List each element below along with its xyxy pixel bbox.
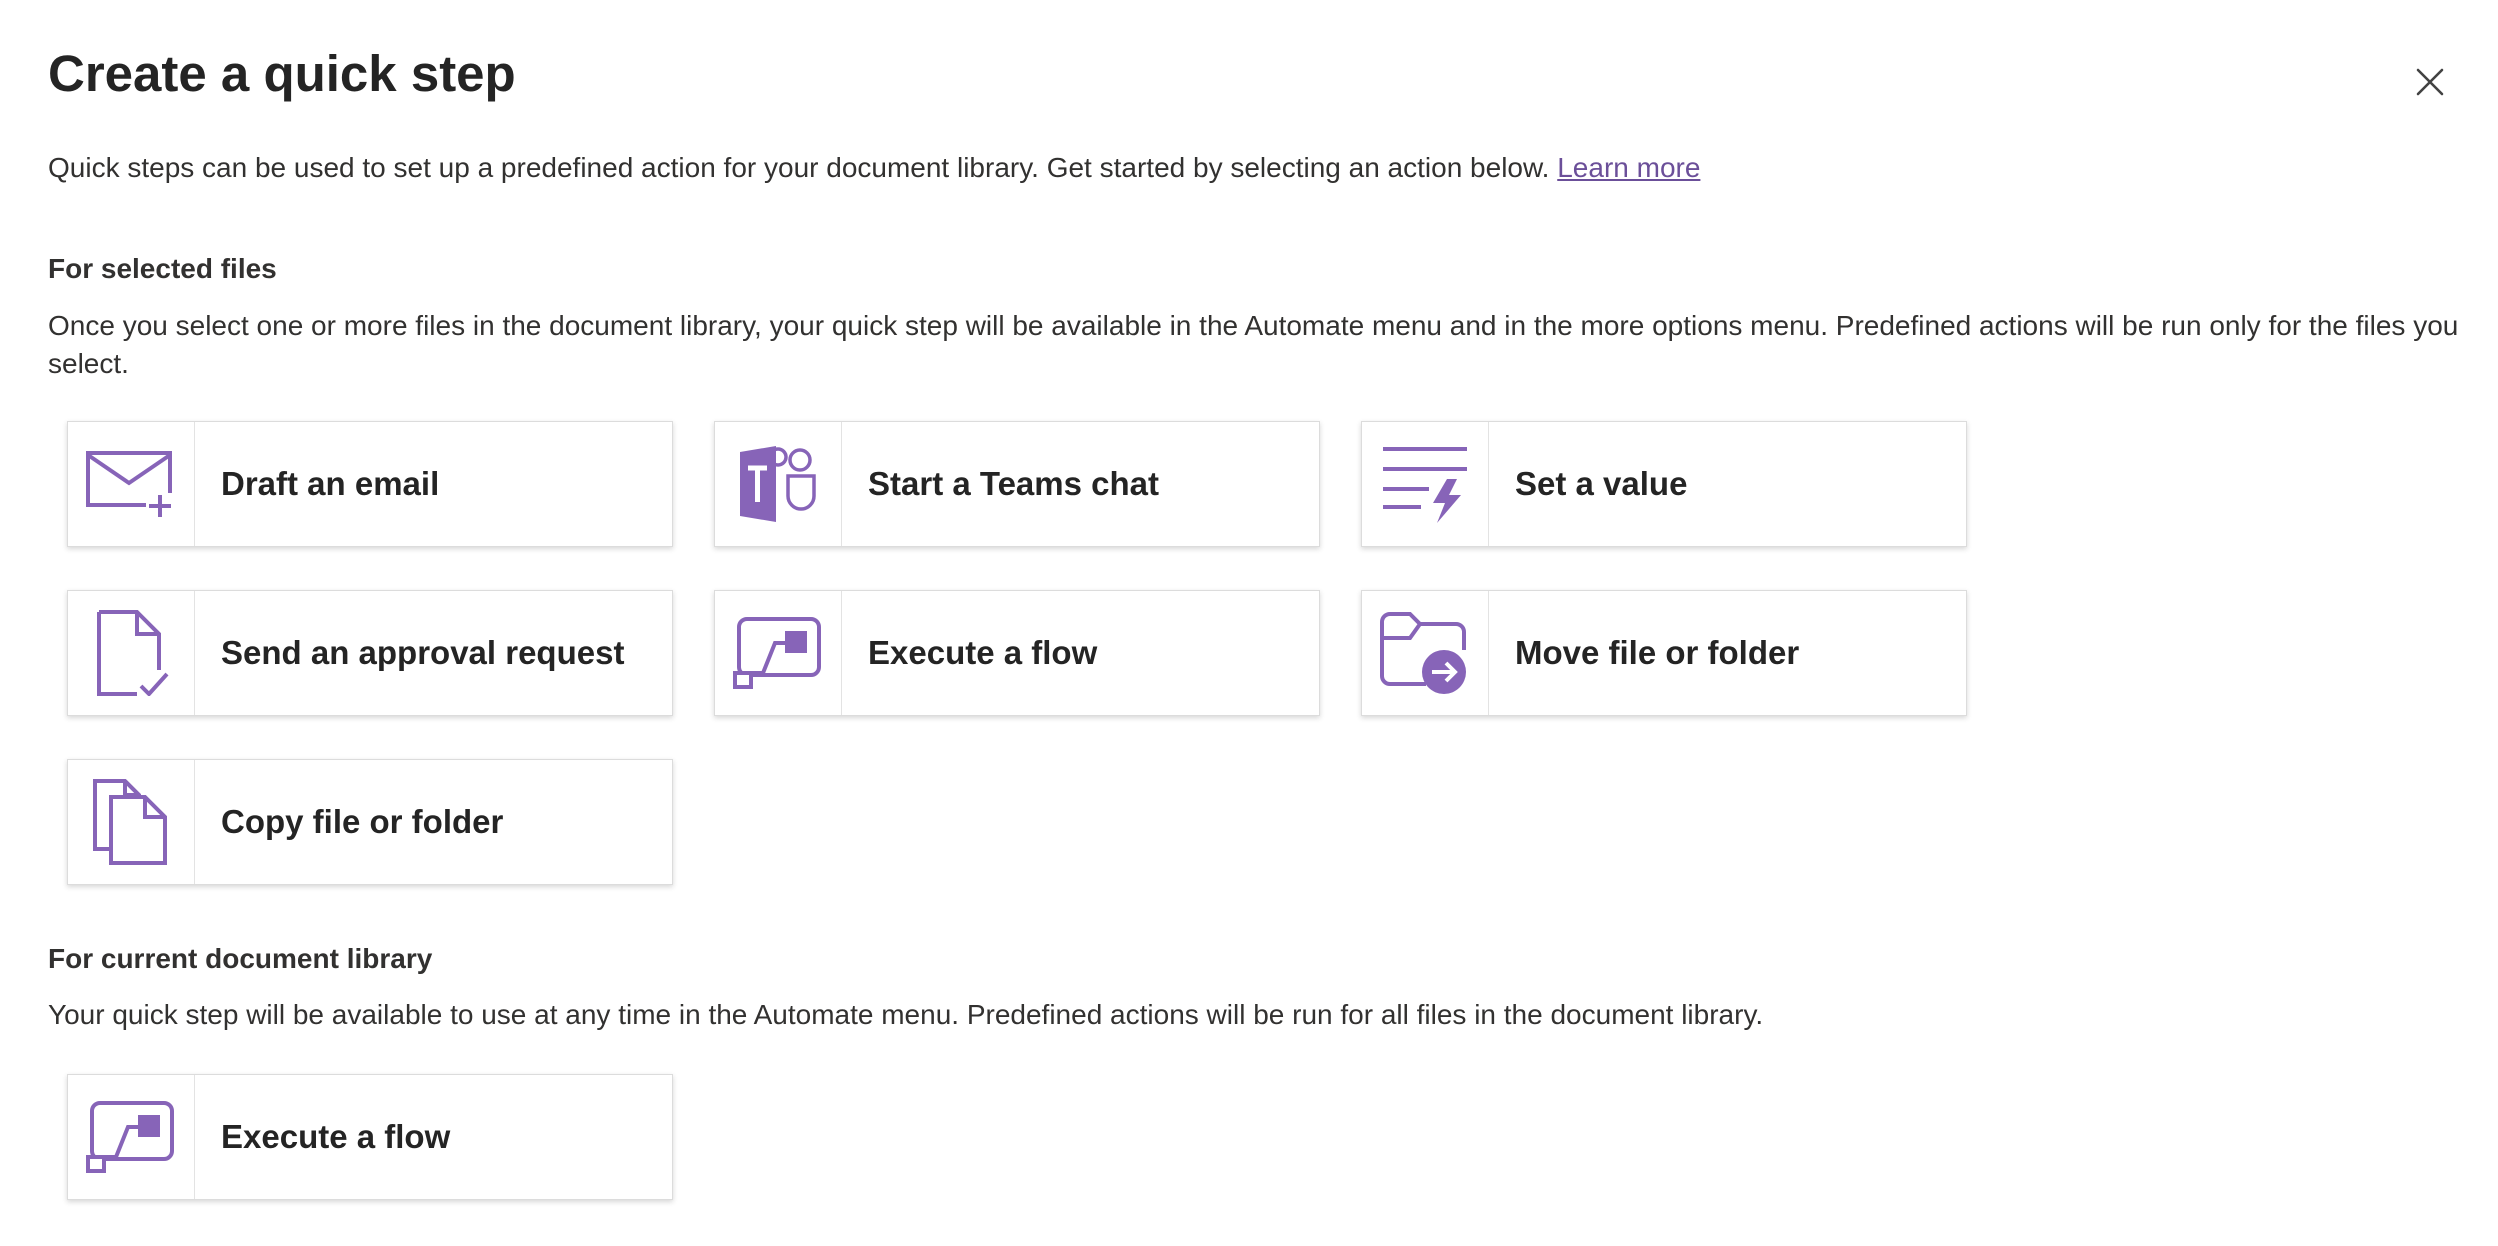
action-move-file-or-folder[interactable]: Move file or folder bbox=[1361, 590, 1967, 716]
action-start-teams-chat[interactable]: Start a Teams chat bbox=[714, 421, 1320, 547]
action-copy-file-or-folder[interactable]: Copy file or folder bbox=[67, 759, 673, 885]
action-label: Draft an email bbox=[221, 465, 440, 502]
action-label: Execute a flow bbox=[868, 634, 1098, 671]
action-set-value[interactable]: Set a value bbox=[1361, 421, 1967, 547]
teams-icon bbox=[740, 446, 816, 522]
section-heading-selected-files: For selected files bbox=[48, 253, 277, 284]
action-draft-email[interactable]: Draft an email bbox=[67, 421, 673, 547]
action-label: Execute a flow bbox=[221, 1118, 451, 1155]
action-label: Send an approval request bbox=[221, 634, 625, 671]
quick-step-dialog: Create a quick step Quick steps can be u… bbox=[0, 0, 2498, 1246]
dialog-title: Create a quick step bbox=[48, 45, 516, 102]
copy-icon bbox=[93, 779, 167, 865]
close-button[interactable] bbox=[2408, 60, 2452, 104]
intro-text: Quick steps can be used to set up a pred… bbox=[48, 148, 2468, 188]
intro-description: Quick steps can be used to set up a pred… bbox=[48, 152, 1550, 183]
action-label: Set a value bbox=[1515, 465, 1688, 502]
section-description-selected-files: Once you select one or more files in the… bbox=[48, 310, 2459, 379]
action-send-approval-request[interactable]: Send an approval request bbox=[67, 590, 673, 716]
folder-move-icon bbox=[1380, 612, 1466, 694]
action-label: Copy file or folder bbox=[221, 803, 504, 840]
email-add-icon bbox=[86, 451, 174, 519]
flow-icon bbox=[733, 617, 821, 689]
section-heading-current-library: For current document library bbox=[48, 943, 433, 974]
action-execute-flow[interactable]: Execute a flow bbox=[714, 590, 1320, 716]
action-label: Start a Teams chat bbox=[868, 465, 1160, 502]
close-icon bbox=[2416, 68, 2444, 96]
set-value-icon bbox=[1383, 447, 1467, 523]
action-label: Move file or folder bbox=[1515, 634, 1800, 671]
action-execute-flow-library[interactable]: Execute a flow bbox=[67, 1074, 673, 1200]
section-description-current-library: Your quick step will be available to use… bbox=[48, 999, 1764, 1030]
learn-more-link[interactable]: Learn more bbox=[1557, 152, 1700, 183]
document-check-icon bbox=[97, 610, 169, 696]
flow-icon bbox=[86, 1101, 174, 1173]
